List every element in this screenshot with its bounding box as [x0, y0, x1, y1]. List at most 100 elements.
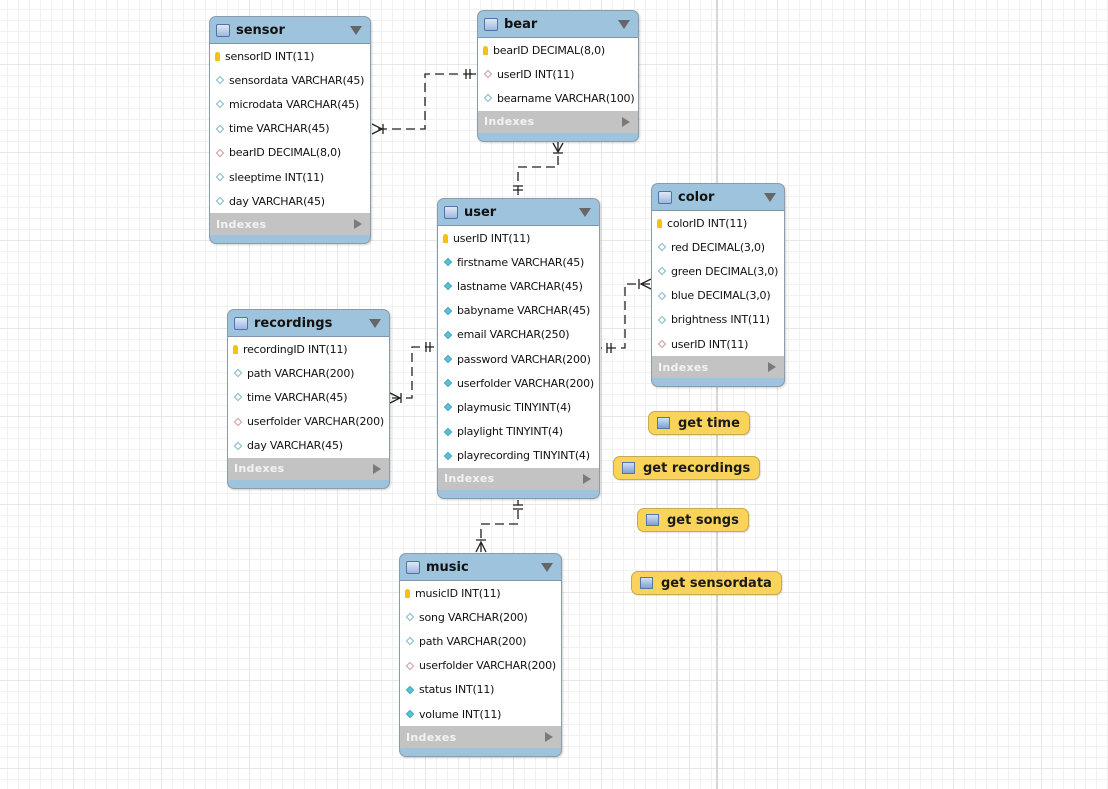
column-text: playlight TINYINT(4): [457, 425, 563, 439]
column-row[interactable]: password VARCHAR(200): [438, 347, 599, 371]
column-row[interactable]: status INT(11): [400, 678, 561, 702]
column-row[interactable]: playlight TINYINT(4): [438, 420, 599, 444]
routine-icon: [622, 462, 635, 474]
foreign-key-diamond-icon: [233, 417, 243, 426]
column-text: sensorID INT(11): [225, 49, 315, 63]
column-row[interactable]: day VARCHAR(45): [210, 189, 370, 213]
column-text: status INT(11): [419, 683, 495, 697]
not-null-diamond-icon: [443, 258, 453, 267]
column-row[interactable]: babyname VARCHAR(45): [438, 299, 599, 323]
column-row[interactable]: song VARCHAR(200): [400, 605, 561, 629]
column-text: playmusic TINYINT(4): [457, 400, 571, 414]
column-row[interactable]: sleeptime INT(11): [210, 165, 370, 189]
column-row[interactable]: bearID DECIMAL(8,0): [478, 38, 638, 62]
indexes-section[interactable]: Indexes: [652, 356, 784, 379]
column-row[interactable]: green DECIMAL(3,0): [652, 259, 784, 283]
column-row[interactable]: microdata VARCHAR(45): [210, 92, 370, 116]
not-null-diamond-icon: [443, 282, 453, 291]
collapse-toggle-icon[interactable]: [618, 19, 630, 29]
column-row[interactable]: musicID INT(11): [400, 581, 561, 605]
column-row[interactable]: sensorID INT(11): [210, 44, 370, 68]
column-row[interactable]: red DECIMAL(3,0): [652, 235, 784, 259]
table-user[interactable]: user userID INT(11) firstname VARCHAR(45)…: [437, 198, 600, 499]
column-row[interactable]: colorID INT(11): [652, 211, 784, 235]
table-recordings[interactable]: recordings recordingID INT(11) path VARCH…: [227, 309, 390, 489]
column-row[interactable]: playrecording TINYINT(4): [438, 444, 599, 468]
column-row[interactable]: userfolder VARCHAR(200): [438, 371, 599, 395]
column-row[interactable]: lastname VARCHAR(45): [438, 274, 599, 298]
column-diamond-icon: [405, 613, 415, 622]
table-header[interactable]: user: [438, 199, 599, 225]
table-bear[interactable]: bear bearID DECIMAL(8,0) userID INT(11) be…: [477, 10, 639, 142]
column-row[interactable]: time VARCHAR(45): [228, 385, 389, 409]
column-row[interactable]: userID INT(11): [438, 226, 599, 250]
collapse-toggle-icon[interactable]: [541, 562, 553, 572]
column-row[interactable]: sensordata VARCHAR(45): [210, 68, 370, 92]
collapse-toggle-icon[interactable]: [579, 207, 591, 217]
column-row[interactable]: playmusic TINYINT(4): [438, 395, 599, 419]
column-row[interactable]: recordingID INT(11): [228, 337, 389, 361]
collapse-toggle-icon[interactable]: [764, 192, 776, 202]
routine-get-recordings[interactable]: get recordings: [613, 456, 761, 480]
not-null-diamond-icon: [405, 685, 415, 695]
primary-key-icon: [405, 588, 410, 598]
not-null-diamond-icon: [443, 306, 453, 315]
table-color[interactable]: color colorID INT(11) red DECIMAL(3,0) gre…: [651, 183, 785, 388]
column-text: day VARCHAR(45): [229, 194, 325, 208]
table-sensor[interactable]: sensor sensorID INT(11) sensordata VARCHA…: [209, 16, 371, 245]
column-row[interactable]: userID INT(11): [478, 62, 638, 86]
table-header[interactable]: sensor: [210, 17, 370, 43]
column-text: sleeptime INT(11): [229, 170, 325, 184]
table-icon: [216, 23, 230, 37]
table-icon: [234, 316, 248, 330]
routine-name: get songs: [667, 512, 739, 528]
expand-indexes-icon[interactable]: [373, 463, 381, 474]
routine-get-time[interactable]: get time: [648, 411, 750, 435]
indexes-section[interactable]: Indexes: [400, 726, 561, 749]
foreign-key-diamond-icon: [483, 70, 493, 79]
expand-indexes-icon[interactable]: [545, 732, 553, 743]
table-header[interactable]: music: [400, 554, 561, 580]
column-row[interactable]: path VARCHAR(200): [228, 361, 389, 385]
table-name: recordings: [254, 315, 333, 331]
column-row[interactable]: bearID DECIMAL(8,0): [210, 141, 370, 165]
column-row[interactable]: day VARCHAR(45): [228, 434, 389, 458]
column-row[interactable]: blue DECIMAL(3,0): [652, 284, 784, 308]
table-icon: [406, 560, 420, 574]
column-list: sensorID INT(11) sensordata VARCHAR(45) mi…: [210, 43, 370, 214]
column-row[interactable]: email VARCHAR(250): [438, 323, 599, 347]
column-row[interactable]: path VARCHAR(200): [400, 629, 561, 653]
column-row[interactable]: userfolder VARCHAR(200): [228, 410, 389, 434]
column-text: path VARCHAR(200): [247, 366, 355, 380]
not-null-diamond-icon: [443, 354, 453, 364]
table-header[interactable]: recordings: [228, 310, 389, 336]
table-icon: [658, 190, 672, 204]
indexes-section[interactable]: Indexes: [438, 467, 599, 490]
indexes-label: Indexes: [658, 360, 709, 374]
expand-indexes-icon[interactable]: [583, 473, 591, 484]
column-row[interactable]: firstname VARCHAR(45): [438, 250, 599, 274]
indexes-section[interactable]: Indexes: [228, 457, 389, 480]
table-header[interactable]: color: [652, 184, 784, 210]
indexes-section[interactable]: Indexes: [478, 110, 638, 133]
column-text: babyname VARCHAR(45): [457, 304, 591, 318]
column-row[interactable]: time VARCHAR(45): [210, 117, 370, 141]
expand-indexes-icon[interactable]: [622, 116, 630, 127]
column-row[interactable]: bearname VARCHAR(100): [478, 86, 638, 110]
expand-indexes-icon[interactable]: [354, 219, 362, 230]
routine-get-sensordata[interactable]: get sensordata: [631, 571, 782, 595]
column-row[interactable]: userID INT(11): [652, 332, 784, 356]
column-row[interactable]: brightness INT(11): [652, 308, 784, 332]
collapse-toggle-icon[interactable]: [369, 318, 381, 328]
column-row[interactable]: volume INT(11): [400, 702, 561, 726]
column-list: musicID INT(11) song VARCHAR(200) path VAR…: [400, 580, 561, 727]
table-music[interactable]: music musicID INT(11) song VARCHAR(200) pa…: [399, 553, 562, 758]
column-diamond-icon: [657, 267, 667, 276]
routine-get-songs[interactable]: get songs: [637, 508, 749, 532]
expand-indexes-icon[interactable]: [768, 362, 776, 373]
collapse-toggle-icon[interactable]: [350, 25, 362, 35]
indexes-section[interactable]: Indexes: [210, 213, 370, 236]
column-text: lastname VARCHAR(45): [457, 279, 583, 293]
table-header[interactable]: bear: [478, 11, 638, 37]
column-row[interactable]: userfolder VARCHAR(200): [400, 654, 561, 678]
